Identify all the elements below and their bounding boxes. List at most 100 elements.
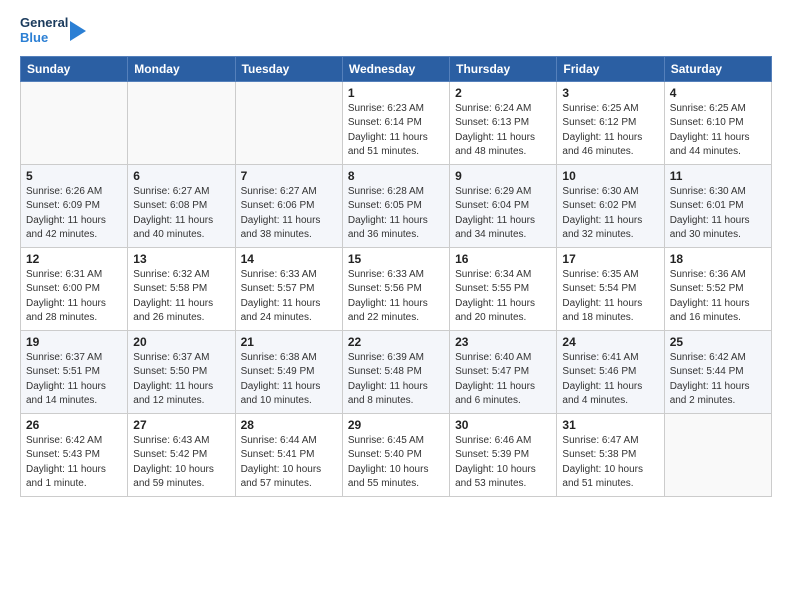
day-number: 17 xyxy=(562,252,658,266)
calendar-cell: 25Sunrise: 6:42 AM Sunset: 5:44 PM Dayli… xyxy=(664,330,771,413)
day-info: Sunrise: 6:42 AM Sunset: 5:43 PM Dayligh… xyxy=(26,434,122,492)
weekday-header: Monday xyxy=(128,56,235,81)
day-info: Sunrise: 6:37 AM Sunset: 5:50 PM Dayligh… xyxy=(133,351,229,409)
day-info: Sunrise: 6:40 AM Sunset: 5:47 PM Dayligh… xyxy=(455,351,551,409)
calendar-cell: 31 Sunrise: 6:47 AM Sunset: 5:38 PM Dayli… xyxy=(557,413,664,496)
calendar-cell xyxy=(21,81,128,164)
calendar-cell: 14Sunrise: 6:33 AM Sunset: 5:57 PM Dayli… xyxy=(235,247,342,330)
calendar-cell: 18Sunrise: 6:36 AM Sunset: 5:52 PM Dayli… xyxy=(664,247,771,330)
day-number: 11 xyxy=(670,169,766,183)
calendar-cell: 6 Sunrise: 6:27 AM Sunset: 6:08 PM Daylig… xyxy=(128,164,235,247)
day-info: Sunrise: 6:33 AM Sunset: 5:56 PM Dayligh… xyxy=(348,268,444,326)
day-number: 10 xyxy=(562,169,658,183)
day-number: 12 xyxy=(26,252,122,266)
calendar-table: SundayMondayTuesdayWednesdayThursdayFrid… xyxy=(20,56,772,497)
day-info: Sunrise: 6:46 AM Sunset: 5:39 PM Dayligh… xyxy=(455,434,551,492)
day-number: 28 xyxy=(241,418,337,432)
logo-general: General xyxy=(20,16,68,31)
weekday-header: Tuesday xyxy=(235,56,342,81)
day-info: Sunrise: 6:27 AM Sunset: 6:06 PM Dayligh… xyxy=(241,185,337,243)
calendar-week-row: 19 Sunrise: 6:37 AM Sunset: 5:51 PM Dayli… xyxy=(21,330,772,413)
day-info: Sunrise: 6:43 AM Sunset: 5:42 PM Dayligh… xyxy=(133,434,229,492)
day-info: Sunrise: 6:25 AM Sunset: 6:10 PM Dayligh… xyxy=(670,102,766,160)
day-info: Sunrise: 6:27 AM Sunset: 6:08 PM Dayligh… xyxy=(133,185,229,243)
calendar-cell: 23 Sunrise: 6:40 AM Sunset: 5:47 PM Dayli… xyxy=(450,330,557,413)
day-number: 31 xyxy=(562,418,658,432)
weekday-header: Thursday xyxy=(450,56,557,81)
day-info: Sunrise: 6:31 AM Sunset: 6:00 PM Dayligh… xyxy=(26,268,122,326)
calendar-week-row: 26 Sunrise: 6:42 AM Sunset: 5:43 PM Dayli… xyxy=(21,413,772,496)
calendar-cell: 19 Sunrise: 6:37 AM Sunset: 5:51 PM Dayli… xyxy=(21,330,128,413)
day-number: 15 xyxy=(348,252,444,266)
calendar-cell: 1Sunrise: 6:23 AM Sunset: 6:14 PM Daylig… xyxy=(342,81,449,164)
day-number: 7 xyxy=(241,169,337,183)
day-number: 5 xyxy=(26,169,122,183)
calendar-cell: 11 Sunrise: 6:30 AM Sunset: 6:01 PM Dayli… xyxy=(664,164,771,247)
calendar-cell xyxy=(235,81,342,164)
day-number: 8 xyxy=(348,169,444,183)
calendar-cell: 27 Sunrise: 6:43 AM Sunset: 5:42 PM Dayli… xyxy=(128,413,235,496)
calendar-cell: 15 Sunrise: 6:33 AM Sunset: 5:56 PM Dayli… xyxy=(342,247,449,330)
day-number: 2 xyxy=(455,86,551,100)
calendar-week-row: 12 Sunrise: 6:31 AM Sunset: 6:00 PM Dayli… xyxy=(21,247,772,330)
day-info: Sunrise: 6:34 AM Sunset: 5:55 PM Dayligh… xyxy=(455,268,551,326)
header: General Blue xyxy=(20,16,772,46)
day-number: 9 xyxy=(455,169,551,183)
day-info: Sunrise: 6:24 AM Sunset: 6:13 PM Dayligh… xyxy=(455,102,551,160)
calendar-cell: 7 Sunrise: 6:27 AM Sunset: 6:06 PM Daylig… xyxy=(235,164,342,247)
calendar-cell xyxy=(128,81,235,164)
day-number: 19 xyxy=(26,335,122,349)
day-number: 18 xyxy=(670,252,766,266)
calendar-cell: 9 Sunrise: 6:29 AM Sunset: 6:04 PM Daylig… xyxy=(450,164,557,247)
calendar-cell: 13Sunrise: 6:32 AM Sunset: 5:58 PM Dayli… xyxy=(128,247,235,330)
calendar-cell: 5 Sunrise: 6:26 AM Sunset: 6:09 PM Daylig… xyxy=(21,164,128,247)
day-number: 21 xyxy=(241,335,337,349)
calendar-container: General Blue SundayMondayTuesdayWednesda… xyxy=(0,0,792,507)
calendar-cell: 21Sunrise: 6:38 AM Sunset: 5:49 PM Dayli… xyxy=(235,330,342,413)
day-info: Sunrise: 6:44 AM Sunset: 5:41 PM Dayligh… xyxy=(241,434,337,492)
day-info: Sunrise: 6:47 AM Sunset: 5:38 PM Dayligh… xyxy=(562,434,658,492)
day-info: Sunrise: 6:37 AM Sunset: 5:51 PM Dayligh… xyxy=(26,351,122,409)
day-number: 4 xyxy=(670,86,766,100)
logo: General Blue xyxy=(20,16,86,46)
calendar-cell: 3Sunrise: 6:25 AM Sunset: 6:12 PM Daylig… xyxy=(557,81,664,164)
day-number: 29 xyxy=(348,418,444,432)
calendar-week-row: 5 Sunrise: 6:26 AM Sunset: 6:09 PM Daylig… xyxy=(21,164,772,247)
weekday-header: Wednesday xyxy=(342,56,449,81)
day-info: Sunrise: 6:32 AM Sunset: 5:58 PM Dayligh… xyxy=(133,268,229,326)
calendar-cell: 28 Sunrise: 6:44 AM Sunset: 5:41 PM Dayli… xyxy=(235,413,342,496)
day-info: Sunrise: 6:42 AM Sunset: 5:44 PM Dayligh… xyxy=(670,351,766,409)
day-info: Sunrise: 6:45 AM Sunset: 5:40 PM Dayligh… xyxy=(348,434,444,492)
day-info: Sunrise: 6:30 AM Sunset: 6:02 PM Dayligh… xyxy=(562,185,658,243)
calendar-cell: 8Sunrise: 6:28 AM Sunset: 6:05 PM Daylig… xyxy=(342,164,449,247)
calendar-cell: 24 Sunrise: 6:41 AM Sunset: 5:46 PM Dayli… xyxy=(557,330,664,413)
logo-blue: Blue xyxy=(20,31,68,46)
day-info: Sunrise: 6:35 AM Sunset: 5:54 PM Dayligh… xyxy=(562,268,658,326)
calendar-cell: 2 Sunrise: 6:24 AM Sunset: 6:13 PM Daylig… xyxy=(450,81,557,164)
calendar-cell: 20 Sunrise: 6:37 AM Sunset: 5:50 PM Dayli… xyxy=(128,330,235,413)
calendar-cell: 29 Sunrise: 6:45 AM Sunset: 5:40 PM Dayli… xyxy=(342,413,449,496)
day-number: 27 xyxy=(133,418,229,432)
day-number: 6 xyxy=(133,169,229,183)
calendar-cell: 12 Sunrise: 6:31 AM Sunset: 6:00 PM Dayli… xyxy=(21,247,128,330)
day-number: 20 xyxy=(133,335,229,349)
day-info: Sunrise: 6:39 AM Sunset: 5:48 PM Dayligh… xyxy=(348,351,444,409)
calendar-cell: 10 Sunrise: 6:30 AM Sunset: 6:02 PM Dayli… xyxy=(557,164,664,247)
calendar-cell: 16Sunrise: 6:34 AM Sunset: 5:55 PM Dayli… xyxy=(450,247,557,330)
day-info: Sunrise: 6:29 AM Sunset: 6:04 PM Dayligh… xyxy=(455,185,551,243)
day-number: 30 xyxy=(455,418,551,432)
calendar-cell: 30 Sunrise: 6:46 AM Sunset: 5:39 PM Dayli… xyxy=(450,413,557,496)
day-info: Sunrise: 6:30 AM Sunset: 6:01 PM Dayligh… xyxy=(670,185,766,243)
weekday-header-row: SundayMondayTuesdayWednesdayThursdayFrid… xyxy=(21,56,772,81)
day-info: Sunrise: 6:26 AM Sunset: 6:09 PM Dayligh… xyxy=(26,185,122,243)
calendar-cell: 26 Sunrise: 6:42 AM Sunset: 5:43 PM Dayli… xyxy=(21,413,128,496)
day-number: 26 xyxy=(26,418,122,432)
calendar-cell: 4 Sunrise: 6:25 AM Sunset: 6:10 PM Daylig… xyxy=(664,81,771,164)
day-info: Sunrise: 6:41 AM Sunset: 5:46 PM Dayligh… xyxy=(562,351,658,409)
calendar-cell: 17 Sunrise: 6:35 AM Sunset: 5:54 PM Dayli… xyxy=(557,247,664,330)
day-number: 24 xyxy=(562,335,658,349)
calendar-week-row: 1Sunrise: 6:23 AM Sunset: 6:14 PM Daylig… xyxy=(21,81,772,164)
day-number: 23 xyxy=(455,335,551,349)
weekday-header: Friday xyxy=(557,56,664,81)
weekday-header: Sunday xyxy=(21,56,128,81)
